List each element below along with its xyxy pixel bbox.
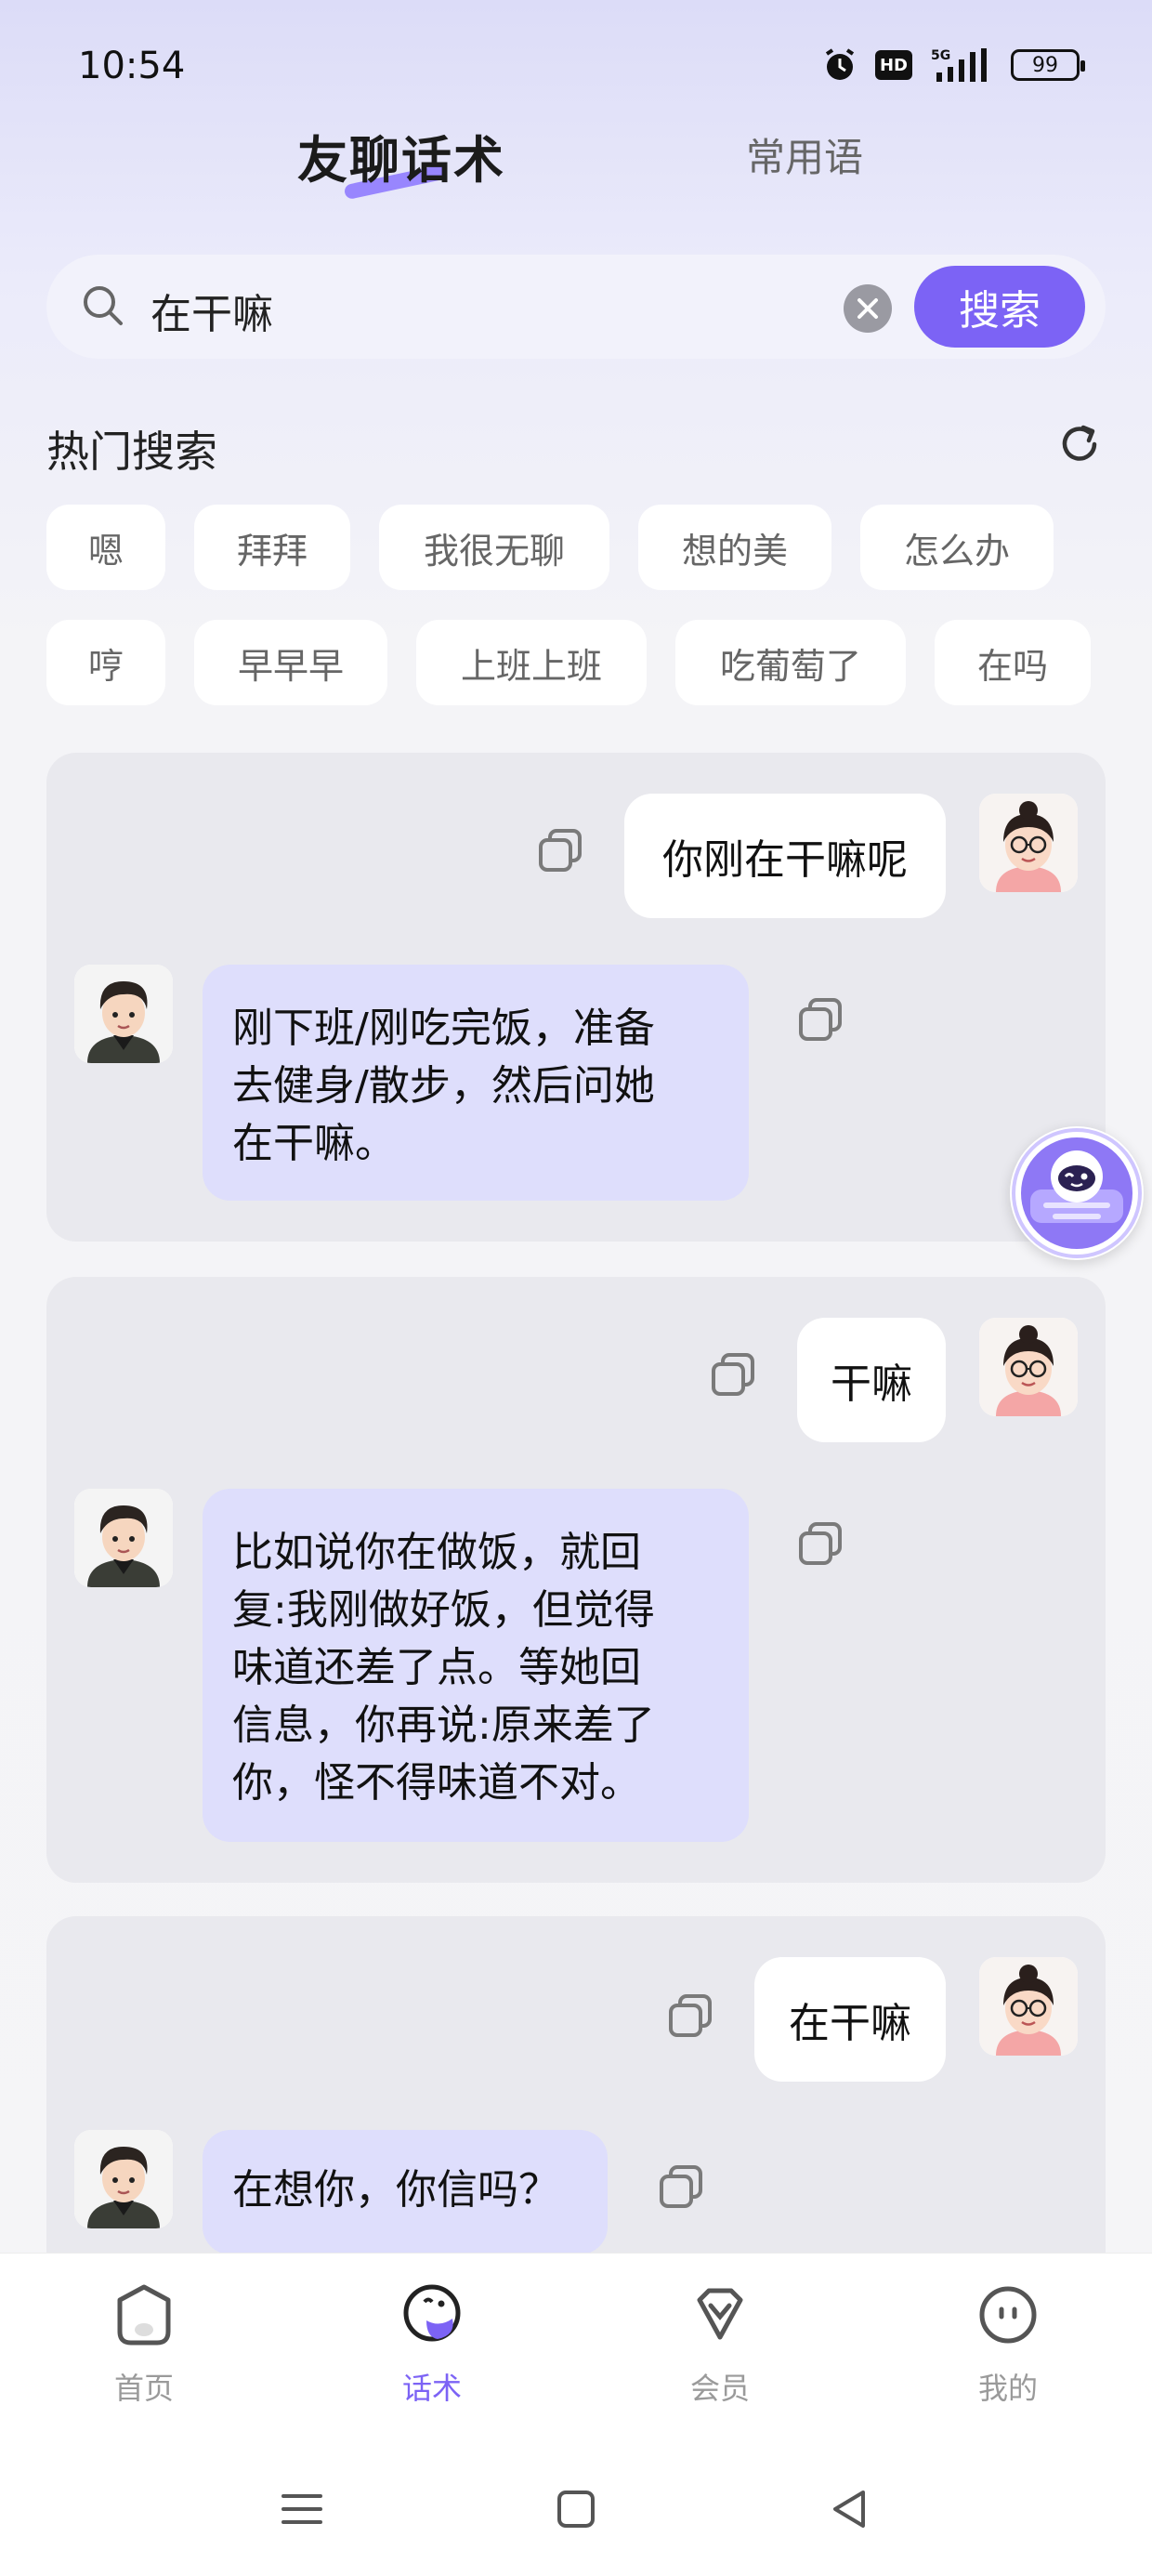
copy-question-icon[interactable] <box>535 825 585 875</box>
hot-search-title: 热门搜索 <box>46 427 217 477</box>
system-navigation-bar <box>0 2446 1152 2576</box>
answer-line: 味道还差了点。等她回 <box>232 1644 641 1691</box>
hot-chip[interactable]: 嗯 <box>46 505 165 590</box>
hd-badge: HD <box>875 50 912 80</box>
copy-answer-icon[interactable] <box>795 1518 845 1569</box>
answer-line: 信息，你再说:原来差了 <box>232 1702 655 1749</box>
hot-chip[interactable]: 想的美 <box>638 505 831 590</box>
copy-answer-icon[interactable] <box>656 2162 706 2212</box>
clear-search-icon[interactable] <box>844 284 892 333</box>
nav-membership[interactable]: 会员 <box>646 2281 794 2430</box>
answer-line: 在干嘛。 <box>232 1120 396 1167</box>
answer-line: 比如说你在做饭，就回 <box>232 1529 641 1576</box>
profile-face-icon <box>979 2286 1037 2344</box>
conversation-card: 干嘛 比如说你在做饭，就回 复:我刚做好饭，但觉得 味道还差了点。等她回 信息，… <box>46 1277 1106 1883</box>
search-icon <box>80 283 126 329</box>
boy-avatar <box>74 2130 173 2228</box>
top-tabs: 友聊话术 常用语 <box>0 112 1152 201</box>
answer-bubble: 刚下班/刚吃完饭，准备 去健身/散步，然后问她 在干嘛。 <box>203 965 749 1201</box>
refresh-icon[interactable] <box>1055 420 1104 468</box>
battery-indicator: 99 <box>1011 49 1085 81</box>
answer-bubble: 在想你，你信吗？ <box>203 2130 608 2254</box>
hot-chip[interactable]: 早早早 <box>194 620 387 705</box>
home-square-icon[interactable] <box>548 2481 604 2537</box>
conversation-card: 在干嘛 在想你，你信吗？ <box>46 1916 1106 2307</box>
nav-profile-label: 我的 <box>977 2371 1038 2406</box>
alarm-icon <box>821 46 858 84</box>
status-time: 10:54 <box>78 45 186 87</box>
nav-home[interactable]: 首页 <box>70 2281 218 2430</box>
answer-bubble: 比如说你在做饭，就回 复:我刚做好饭，但觉得 味道还差了点。等她回 信息，你再说… <box>203 1489 749 1842</box>
conversation-card: 你刚在干嘛呢 刚下班/刚吃完饭，准备 去健身/散步，然后问她 在干嘛。 <box>46 753 1106 1242</box>
status-bar: 10:54 HD 5G 99 <box>0 0 1152 130</box>
boy-avatar <box>74 965 173 1063</box>
nav-membership-label: 会员 <box>689 2371 750 2406</box>
girl-avatar <box>979 1957 1078 2056</box>
robot-icon <box>1012 1128 1142 1258</box>
nav-scripts[interactable]: 话术 <box>358 2281 506 2430</box>
girl-avatar <box>979 1318 1078 1416</box>
ai-assistant-robot-button[interactable] <box>1010 1126 1144 1260</box>
hot-chip[interactable]: 吃葡萄了 <box>675 620 906 705</box>
bottom-navigation: 首页 话术 会员 我的 <box>0 2253 1152 2446</box>
hot-chip[interactable]: 在吗 <box>935 620 1091 705</box>
hot-chip[interactable]: 我很无聊 <box>379 505 609 590</box>
search-bar[interactable]: 在干嘛 搜索 <box>46 255 1106 359</box>
hot-chip[interactable]: 拜拜 <box>194 505 350 590</box>
hot-chip[interactable]: 哼 <box>46 620 165 705</box>
chat-face-icon <box>403 2284 461 2342</box>
copy-question-icon[interactable] <box>665 1991 715 2041</box>
tab-common-phrases[interactable]: 常用语 <box>746 126 863 183</box>
question-bubble: 在干嘛 <box>754 1957 946 2082</box>
tab-friend-chat-scripts[interactable]: 友聊话术 <box>297 119 505 192</box>
nav-scripts-label: 话术 <box>401 2371 462 2406</box>
hot-chip[interactable]: 怎么办 <box>860 505 1054 590</box>
diamond-icon <box>697 2288 743 2340</box>
hot-search-row-2: 哼 早早早 上班上班 吃葡萄了 在吗 <box>46 620 1091 705</box>
signal-icon: 5G <box>929 46 994 84</box>
menu-icon[interactable] <box>274 2481 330 2537</box>
search-button[interactable]: 搜索 <box>914 266 1085 348</box>
copy-question-icon[interactable] <box>708 1349 758 1400</box>
answer-line: 去健身/散步，然后问她 <box>232 1062 655 1110</box>
svg-text:5G: 5G <box>931 48 950 63</box>
hot-chip[interactable]: 上班上班 <box>416 620 647 705</box>
question-bubble: 你刚在干嘛呢 <box>624 794 946 918</box>
hot-search-row-1: 嗯 拜拜 我很无聊 想的美 怎么办 <box>46 505 1054 590</box>
answer-line: 在想你，你信吗？ <box>232 2166 559 2214</box>
nav-profile[interactable]: 我的 <box>934 2281 1082 2430</box>
nav-home-label: 首页 <box>113 2371 174 2406</box>
status-icons: HD 5G 99 <box>821 46 1085 84</box>
boy-avatar <box>74 1489 173 1587</box>
question-bubble: 干嘛 <box>797 1318 946 1442</box>
answer-line: 刚下班/刚吃完饭，准备 <box>232 1005 655 1052</box>
answer-line: 复:我刚做好饭，但觉得 <box>232 1586 655 1634</box>
copy-answer-icon[interactable] <box>795 994 845 1045</box>
home-icon <box>117 2284 171 2346</box>
search-input[interactable]: 在干嘛 <box>151 281 273 340</box>
answer-line: 你，怪不得味道不对。 <box>232 1759 641 1807</box>
girl-avatar <box>979 794 1078 892</box>
back-triangle-icon[interactable] <box>822 2481 878 2537</box>
